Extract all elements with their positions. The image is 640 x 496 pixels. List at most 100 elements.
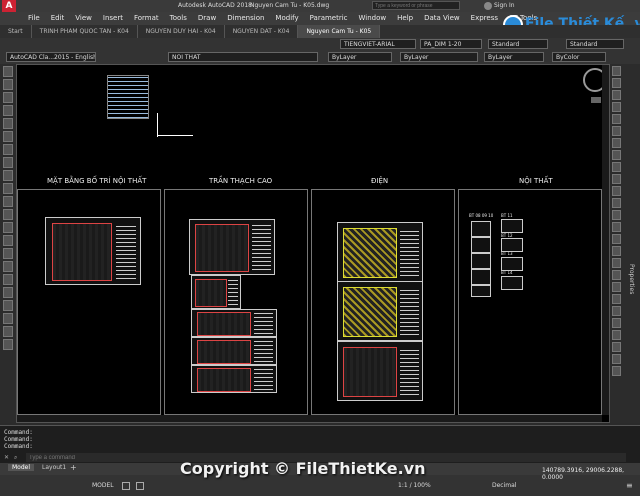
grid-icon[interactable] bbox=[122, 482, 130, 490]
drawing-sheet[interactable] bbox=[189, 219, 275, 275]
draw-tool-icon[interactable] bbox=[3, 274, 13, 285]
modify-tool-icon[interactable] bbox=[612, 270, 621, 280]
drawing-sheet[interactable] bbox=[191, 337, 277, 365]
draw-tool-icon[interactable] bbox=[3, 196, 13, 207]
draw-tool-icon[interactable] bbox=[3, 144, 13, 155]
modify-tool-icon[interactable] bbox=[612, 186, 621, 196]
plotstyle-combo[interactable]: ByColor bbox=[552, 52, 606, 62]
draw-tool-icon[interactable] bbox=[3, 118, 13, 129]
file-tab[interactable]: Start bbox=[0, 25, 32, 38]
properties-panel-label[interactable]: Properties bbox=[628, 264, 635, 294]
draw-tool-icon[interactable] bbox=[3, 300, 13, 311]
user-icon[interactable] bbox=[484, 2, 492, 10]
autocad-logo-icon[interactable]: A bbox=[2, 0, 16, 12]
draw-tool-icon[interactable] bbox=[3, 66, 13, 77]
draw-tool-icon[interactable] bbox=[3, 131, 13, 142]
snap-icon[interactable] bbox=[136, 482, 144, 490]
modify-tool-icon[interactable] bbox=[612, 78, 621, 88]
file-tab[interactable]: TRINH PHAM QUOC TAN - K04 bbox=[32, 25, 138, 38]
draw-tool-icon[interactable] bbox=[3, 170, 13, 181]
menu-item-modify[interactable]: Modify bbox=[275, 12, 298, 25]
model-space-button[interactable]: MODEL bbox=[92, 475, 114, 496]
file-tab[interactable]: NGUYEN DUY HAI - K04 bbox=[138, 25, 225, 38]
draw-tool-icon[interactable] bbox=[3, 287, 13, 298]
modify-tool-icon[interactable] bbox=[612, 162, 621, 172]
linetype-combo[interactable]: ByLayer bbox=[400, 52, 478, 62]
add-layout-icon[interactable]: + bbox=[70, 463, 77, 472]
menu-item-format[interactable]: Format bbox=[134, 12, 159, 25]
modify-tool-icon[interactable] bbox=[612, 306, 621, 316]
menu-item-view[interactable]: View bbox=[75, 12, 92, 25]
drawing-sheet[interactable] bbox=[337, 341, 423, 401]
file-tab[interactable]: Nguyen Cam Tu - K05 bbox=[298, 25, 381, 38]
drawing-sheet[interactable] bbox=[337, 222, 423, 282]
horizontal-scrollbar[interactable] bbox=[17, 415, 602, 422]
search-input[interactable] bbox=[372, 1, 460, 10]
draw-tool-icon[interactable] bbox=[3, 157, 13, 168]
signin-link[interactable]: Sign In bbox=[494, 2, 515, 9]
modify-tool-icon[interactable] bbox=[612, 330, 621, 340]
menu-item-express[interactable]: Express bbox=[471, 12, 498, 25]
modify-tool-icon[interactable] bbox=[612, 174, 621, 184]
drawing-sheet[interactable] bbox=[45, 217, 141, 285]
thumb-sheet[interactable] bbox=[471, 269, 491, 285]
modify-tool-icon[interactable] bbox=[612, 150, 621, 160]
thumb-sheet[interactable] bbox=[471, 221, 491, 237]
customize-menu-icon[interactable]: ≡ bbox=[626, 481, 633, 490]
annotation-scale[interactable]: 1:1 / 100% bbox=[398, 475, 431, 496]
thumb-sheet[interactable] bbox=[501, 257, 523, 271]
draw-tool-icon[interactable] bbox=[3, 222, 13, 233]
dimstyle-combo[interactable]: PA_DIM 1-20 bbox=[420, 39, 482, 49]
menu-item-data-view[interactable]: Data View bbox=[424, 12, 460, 25]
draw-tool-icon[interactable] bbox=[3, 92, 13, 103]
thumb-sheet[interactable] bbox=[471, 285, 491, 297]
modify-tool-icon[interactable] bbox=[612, 210, 621, 220]
modify-tool-icon[interactable] bbox=[612, 222, 621, 232]
drawing-canvas[interactable]: MẶT BẰNG BỐ TRÍ NỘI THẤT TRẦN THẠCH CAO … bbox=[16, 64, 610, 423]
modify-tool-icon[interactable] bbox=[612, 234, 621, 244]
textstyle-combo[interactable]: TIENGVIET-ARIAL bbox=[340, 39, 416, 49]
drawing-sheet[interactable] bbox=[191, 309, 277, 337]
color-combo[interactable]: ByLayer bbox=[328, 52, 392, 62]
workspace-combo[interactable]: AutoCAD Cla...2015 - English bbox=[6, 52, 96, 62]
menu-item-parametric[interactable]: Parametric bbox=[310, 12, 348, 25]
tab-model[interactable]: Model bbox=[8, 464, 35, 471]
command-close-icon[interactable]: ✕ bbox=[4, 454, 9, 461]
menu-item-file[interactable]: File bbox=[28, 12, 40, 25]
drawing-sheet[interactable] bbox=[337, 281, 423, 341]
vertical-scrollbar[interactable] bbox=[602, 65, 609, 415]
draw-tool-icon[interactable] bbox=[3, 313, 13, 324]
draw-tool-icon[interactable] bbox=[3, 248, 13, 259]
tab-layout1[interactable]: Layout1 bbox=[38, 464, 70, 471]
layer-combo[interactable]: NOI THAT bbox=[168, 52, 318, 62]
menu-item-tools[interactable]: Tools bbox=[170, 12, 187, 25]
modify-tool-icon[interactable] bbox=[612, 138, 621, 148]
draw-tool-icon[interactable] bbox=[3, 105, 13, 116]
mleaderstyle-combo[interactable]: Standard bbox=[566, 39, 624, 49]
draw-tool-icon[interactable] bbox=[3, 79, 13, 90]
lineweight-combo[interactable]: ByLayer bbox=[484, 52, 544, 62]
menu-item-help[interactable]: Help bbox=[397, 12, 413, 25]
viewcube-menu-icon[interactable] bbox=[591, 97, 601, 103]
thumb-sheet[interactable] bbox=[501, 219, 523, 233]
modify-tool-icon[interactable] bbox=[612, 318, 621, 328]
units-selector[interactable]: Decimal bbox=[492, 475, 516, 496]
modify-tool-icon[interactable] bbox=[612, 126, 621, 136]
thumb-sheet[interactable] bbox=[471, 253, 491, 269]
modify-tool-icon[interactable] bbox=[612, 246, 621, 256]
modify-tool-icon[interactable] bbox=[612, 354, 621, 364]
command-search-icon[interactable]: ⌕ bbox=[14, 454, 17, 462]
draw-tool-icon[interactable] bbox=[3, 235, 13, 246]
modify-tool-icon[interactable] bbox=[612, 294, 621, 304]
drawing-sheet[interactable] bbox=[191, 365, 277, 393]
menu-item-draw[interactable]: Draw bbox=[198, 12, 216, 25]
drawing-sheet[interactable] bbox=[191, 275, 241, 309]
tablestyle-combo[interactable]: Standard bbox=[488, 39, 548, 49]
file-tab[interactable]: NGUYEN DAT - K04 bbox=[225, 25, 299, 38]
thumb-sheet[interactable] bbox=[501, 276, 523, 290]
draw-tool-icon[interactable] bbox=[3, 183, 13, 194]
thumb-sheet[interactable] bbox=[501, 238, 523, 252]
modify-tool-icon[interactable] bbox=[612, 366, 621, 376]
modify-tool-icon[interactable] bbox=[612, 342, 621, 352]
modify-tool-icon[interactable] bbox=[612, 282, 621, 292]
